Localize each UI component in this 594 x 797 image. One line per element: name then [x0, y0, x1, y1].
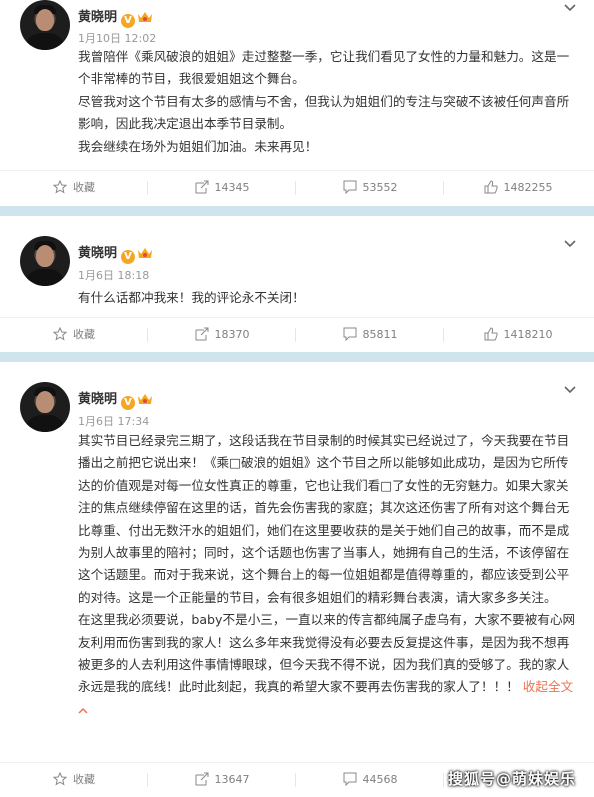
- thumbs-up-icon: [484, 327, 498, 341]
- action-bar: 收藏 18370 85811 1418210: [0, 317, 594, 352]
- post-paragraph: 其实节目已经录完三期了，这段话我在节目录制的时候其实已经说过了，今天我要在节目播…: [78, 433, 570, 605]
- collapse-label: 收起全文: [522, 679, 574, 695]
- favorite-label: 收藏: [73, 328, 95, 341]
- post-header: 黄晓明 V: [78, 6, 153, 28]
- comment-count: 53552: [362, 181, 398, 194]
- post-text: 我曾陪伴《乘风破浪的姐姐》走过整整一季，它让我们看见了女性的力量和魅力。这是一个…: [78, 46, 578, 158]
- crown-icon: [138, 394, 153, 404]
- verified-icon: V: [121, 14, 136, 28]
- post-header: 黄晓明 V: [78, 388, 153, 410]
- chevron-up-icon: [78, 707, 88, 714]
- favorite-label: 收藏: [73, 181, 95, 194]
- post-time[interactable]: 1月6日 17:34: [78, 413, 149, 429]
- watermark: 搜狐号@萌妹娱乐: [447, 770, 576, 788]
- favorite-label: 收藏: [73, 773, 95, 786]
- user-name[interactable]: 黄晓明: [78, 392, 117, 407]
- favorite-button[interactable]: 收藏: [0, 318, 148, 352]
- like-count: 1418210: [503, 328, 553, 341]
- repost-button[interactable]: 13647: [148, 763, 296, 797]
- chevron-down-icon[interactable]: [564, 240, 576, 248]
- repost-icon: [195, 180, 208, 194]
- favorite-button[interactable]: 收藏: [0, 763, 148, 797]
- chevron-down-icon[interactable]: [564, 4, 576, 12]
- like-count: 1482255: [503, 181, 553, 194]
- repost-count: 18370: [214, 328, 250, 341]
- crown-icon: [138, 12, 153, 22]
- post-2: 黄晓明 V 1月6日 18:18 有什么话都冲我来！我的评论永不关闭！ 收藏 18…: [0, 216, 594, 352]
- repost-icon: [195, 327, 208, 341]
- like-button[interactable]: 1418210: [444, 318, 592, 352]
- comment-icon: [343, 180, 356, 195]
- post-header: 黄晓明 V: [78, 242, 153, 264]
- comment-count: 44568: [362, 773, 398, 786]
- comment-button[interactable]: 44568: [296, 763, 444, 797]
- post-time[interactable]: 1月10日 12:02: [78, 30, 156, 46]
- crown-icon: [138, 248, 153, 258]
- repost-count: 14345: [214, 181, 250, 194]
- comment-button[interactable]: 53552: [296, 171, 444, 205]
- post-paragraph: 我会继续在场外为姐姐们加油。未来再见！: [78, 138, 318, 154]
- star-icon: [52, 326, 68, 341]
- comment-button[interactable]: 85811: [296, 318, 444, 352]
- repost-button[interactable]: 14345: [148, 171, 296, 205]
- user-name[interactable]: 黄晓明: [78, 10, 117, 25]
- post-1: 黄晓明 V 1月10日 12:02 我曾陪伴《乘风破浪的姐姐》走过整整一季，它让我…: [0, 0, 594, 208]
- repost-count: 13647: [214, 773, 250, 786]
- post-text: 其实节目已经录完三期了，这段话我在节目录制的时候其实已经说过了，今天我要在节目播…: [78, 430, 578, 721]
- star-icon: [52, 771, 68, 786]
- action-bar: 收藏 14345 53552 1482255: [0, 170, 594, 205]
- comment-icon: [343, 772, 356, 787]
- comment-count: 85811: [362, 328, 398, 341]
- post-paragraph: 尽管我对这个节目有太多的感情与不舍，但我认为姐姐们的专注与突破不该被任何声音所影…: [78, 93, 570, 132]
- thumbs-up-icon: [484, 180, 498, 194]
- post-separator: [0, 352, 594, 362]
- verified-icon: V: [121, 250, 136, 264]
- post-paragraph: 有什么话都冲我来！我的评论永不关闭！: [78, 290, 305, 305]
- post-paragraph: 我曾陪伴《乘风破浪的姐姐》走过整整一季，它让我们看见了女性的力量和魅力。这是一个…: [78, 49, 570, 87]
- like-button[interactable]: 1482255: [444, 171, 592, 205]
- post-time[interactable]: 1月6日 18:18: [78, 267, 149, 283]
- post-3: 黄晓明 V 1月6日 17:34 其实节目已经录完三期了，这段话我在节目录制的时候…: [0, 362, 594, 796]
- avatar[interactable]: [20, 382, 70, 432]
- user-name[interactable]: 黄晓明: [78, 246, 117, 261]
- post-paragraph: 在这里我必须要说，baby不是小三，一直以来的传言都纯属子虚乌有，大家不要被有心…: [78, 612, 576, 695]
- avatar[interactable]: [20, 0, 70, 50]
- favorite-button[interactable]: 收藏: [0, 171, 148, 205]
- chevron-down-icon[interactable]: [564, 386, 576, 394]
- star-icon: [52, 179, 68, 194]
- avatar[interactable]: [20, 236, 70, 286]
- post-separator: [0, 206, 594, 216]
- repost-button[interactable]: 18370: [148, 318, 296, 352]
- comment-icon: [343, 327, 356, 342]
- post-text: 有什么话都冲我来！我的评论永不关闭！: [78, 287, 578, 309]
- verified-icon: V: [121, 396, 136, 410]
- repost-icon: [195, 772, 208, 786]
